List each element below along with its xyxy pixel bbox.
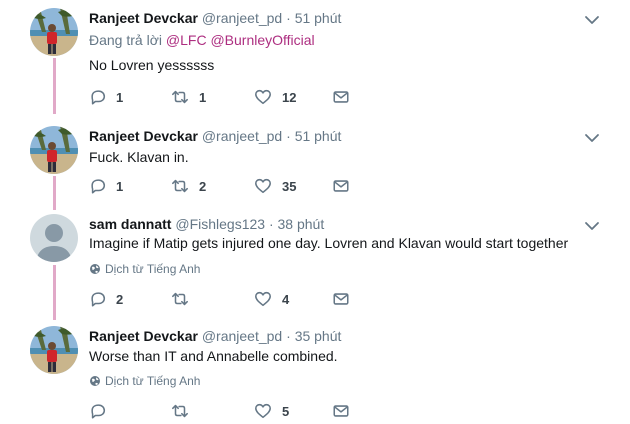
reply-icon <box>89 290 107 308</box>
author-name[interactable]: Ranjeet Devckar <box>89 128 198 144</box>
tweet-header: Ranjeet Devckar @ranjeet_pd · 51 phút <box>89 126 341 146</box>
tweet[interactable]: Ranjeet Devckar @ranjeet_pd · 51 phút Đa… <box>0 8 630 113</box>
retweet-icon <box>170 290 190 308</box>
chevron-down-icon[interactable] <box>584 132 600 144</box>
reply-icon <box>89 177 107 195</box>
retweet-button[interactable] <box>170 401 199 421</box>
retweet-count: 2 <box>199 178 207 194</box>
heart-icon <box>253 88 273 106</box>
reply-count: 2 <box>116 291 124 307</box>
timestamp[interactable]: 51 phút <box>295 128 342 144</box>
reply-prefix: Đang trả lời <box>89 32 166 48</box>
tweet-header: sam dannatt @Fishlegs123 · 38 phút <box>89 214 324 234</box>
like-count: 5 <box>282 403 290 419</box>
like-button[interactable]: 35 <box>253 176 296 196</box>
author-name[interactable]: Ranjeet Devckar <box>89 328 198 344</box>
retweet-button[interactable] <box>170 289 199 309</box>
tweet[interactable]: Ranjeet Devckar @ranjeet_pd · 35 phút Wo… <box>0 326 630 422</box>
globe-icon <box>89 263 101 275</box>
heart-icon <box>253 177 273 195</box>
tweet-actions: 1 2 35 <box>89 176 379 196</box>
timestamp[interactable]: 35 phút <box>295 328 342 344</box>
mention-link[interactable]: @BurnleyOfficial <box>210 32 314 48</box>
author-handle[interactable]: @ranjeet_pd <box>202 128 282 144</box>
message-button[interactable] <box>331 289 351 309</box>
tweet[interactable]: sam dannatt @Fishlegs123 · 38 phút Imagi… <box>0 214 630 312</box>
heart-icon <box>253 290 273 308</box>
heart-icon <box>253 402 273 420</box>
timestamp[interactable]: 38 phút <box>278 216 325 232</box>
like-count: 35 <box>282 178 297 194</box>
like-button[interactable]: 12 <box>253 87 296 107</box>
retweet-count: 1 <box>199 89 207 105</box>
tweet-text: Worse than IT and Annabelle combined. <box>89 348 338 364</box>
avatar[interactable] <box>30 326 78 374</box>
avatar[interactable] <box>30 126 78 174</box>
reply-context: Đang trả lời @LFC @BurnleyOfficial <box>89 30 315 50</box>
like-button[interactable]: 4 <box>253 289 289 309</box>
avatar[interactable] <box>30 214 78 262</box>
reply-button[interactable] <box>89 401 116 421</box>
translate-label: Dịch từ Tiếng Anh <box>105 262 201 276</box>
translate-label: Dịch từ Tiếng Anh <box>105 374 201 388</box>
message-button[interactable] <box>331 176 351 196</box>
chevron-down-icon[interactable] <box>584 220 600 232</box>
reply-count: 1 <box>116 178 124 194</box>
separator: · <box>286 10 291 26</box>
separator: · <box>286 328 291 344</box>
reply-button[interactable]: 2 <box>89 289 123 309</box>
reply-button[interactable]: 1 <box>89 87 123 107</box>
author-name[interactable]: sam dannatt <box>89 216 171 232</box>
author-handle[interactable]: @Fishlegs123 <box>175 216 265 232</box>
mention-link[interactable]: @LFC <box>166 32 207 48</box>
retweet-icon <box>170 402 190 420</box>
author-handle[interactable]: @ranjeet_pd <box>202 328 282 344</box>
reply-count: 1 <box>116 89 124 105</box>
avatar[interactable] <box>30 8 78 56</box>
globe-icon <box>89 375 101 387</box>
chevron-down-icon[interactable] <box>584 14 600 26</box>
translate-link[interactable]: Dịch từ Tiếng Anh <box>89 261 200 277</box>
message-button[interactable] <box>331 87 351 107</box>
like-button[interactable]: 5 <box>253 401 289 421</box>
envelope-icon <box>331 290 351 308</box>
author-handle[interactable]: @ranjeet_pd <box>202 10 282 26</box>
author-name[interactable]: Ranjeet Devckar <box>89 10 198 26</box>
message-button[interactable] <box>331 401 351 421</box>
separator: · <box>286 128 291 144</box>
tweet[interactable]: Ranjeet Devckar @ranjeet_pd · 51 phút Fu… <box>0 126 630 201</box>
retweet-button[interactable]: 2 <box>170 176 206 196</box>
tweet-header: Ranjeet Devckar @ranjeet_pd · 35 phút <box>89 326 341 346</box>
envelope-icon <box>331 88 351 106</box>
like-count: 12 <box>282 89 297 105</box>
tweet-actions: 2 4 <box>89 289 379 309</box>
tweet-header: Ranjeet Devckar @ranjeet_pd · 51 phút <box>89 8 341 28</box>
like-count: 4 <box>282 291 290 307</box>
envelope-icon <box>331 177 351 195</box>
tweet-text: Fuck. Klavan in. <box>89 149 189 165</box>
reply-icon <box>89 402 107 420</box>
retweet-icon <box>170 177 190 195</box>
translate-link[interactable]: Dịch từ Tiếng Anh <box>89 373 200 389</box>
tweet-text: Imagine if Matip gets injured one day. L… <box>89 235 569 251</box>
tweet-actions: 1 1 12 <box>89 87 379 107</box>
separator: · <box>268 216 274 232</box>
envelope-icon <box>331 402 351 420</box>
retweet-button[interactable]: 1 <box>170 87 206 107</box>
reply-button[interactable]: 1 <box>89 176 123 196</box>
tweet-actions: 5 <box>89 401 379 421</box>
reply-icon <box>89 88 107 106</box>
timestamp[interactable]: 51 phút <box>295 10 342 26</box>
tweet-text: No Lovren yessssss <box>89 57 215 73</box>
retweet-icon <box>170 88 190 106</box>
